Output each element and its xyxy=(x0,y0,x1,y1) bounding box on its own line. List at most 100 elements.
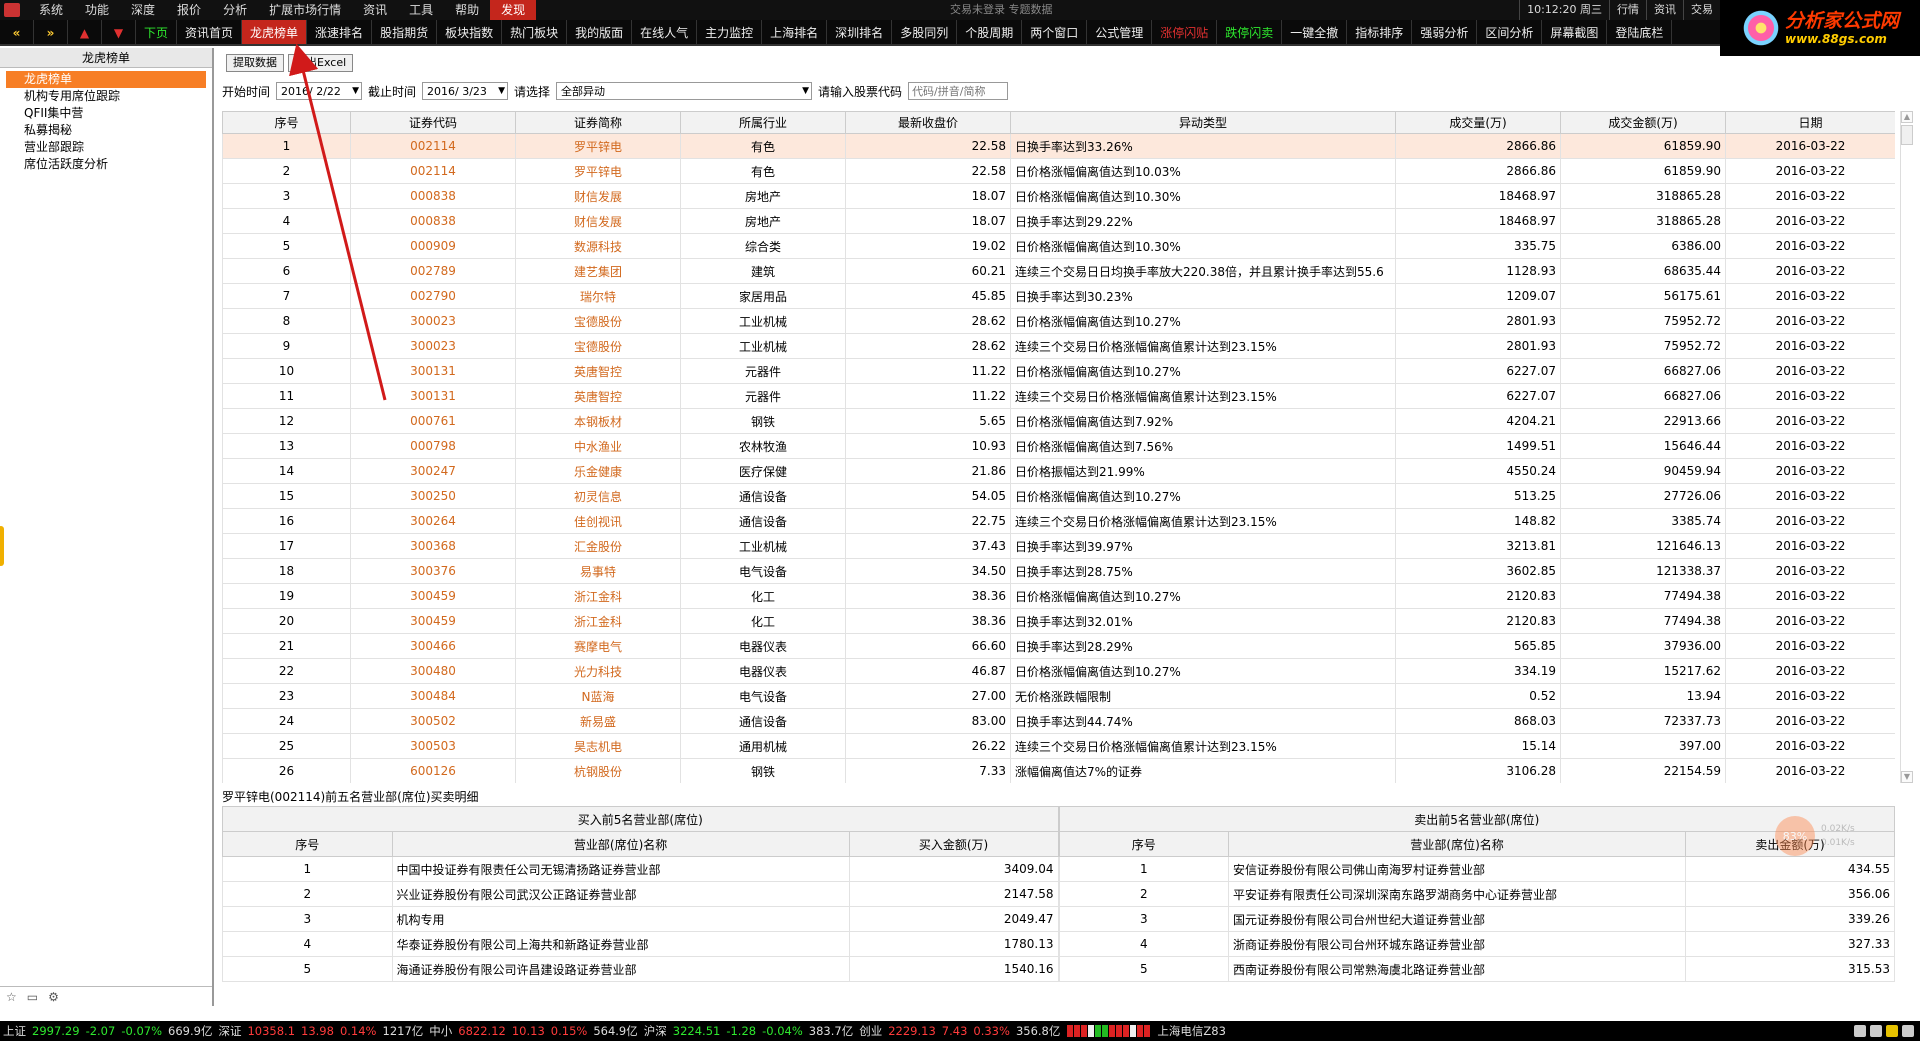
toolbar-item-1[interactable]: 龙虎榜单 xyxy=(242,20,308,44)
table-row[interactable]: 2 002114 罗平锌电 有色 22.58 日价格涨幅偏离值达到10.03% 2866.8… xyxy=(222,158,1895,184)
toolbar-item-20[interactable]: 区间分析 xyxy=(1477,20,1543,44)
nav-last-button[interactable]: » xyxy=(34,20,68,44)
nav-first-button[interactable]: « xyxy=(0,20,34,44)
list-item[interactable]: 3 机构专用 2049.47 xyxy=(222,906,1059,932)
list-item[interactable]: 1 安信证券股份有限公司佛山南海罗村证券营业部 434.55 xyxy=(1058,856,1895,882)
table-row[interactable]: 24 300502 新易盛 通信设备 83.00 日换手率达到44.74% 868.03 72… xyxy=(222,708,1895,734)
toolbar-item-21[interactable]: 屏幕截图 xyxy=(1542,20,1608,44)
toolbar-item-19[interactable]: 强弱分析 xyxy=(1412,20,1478,44)
scroll-down-icon[interactable]: ▼ xyxy=(1901,771,1913,783)
anomaly-type-select[interactable]: 全部异动 ▼ xyxy=(556,82,813,100)
window-icon[interactable] xyxy=(1870,1025,1882,1037)
table-row[interactable]: 3 000838 财信发展 房地产 18.07 日价格涨幅偏离值达到10.30% 18468… xyxy=(222,183,1895,209)
table-row[interactable]: 20 300459 浙江金科 化工 38.36 日换手率达到32.01% 2120.83 77… xyxy=(222,608,1895,634)
list-item[interactable]: 3 国元证券股份有限公司台州世纪大道证券营业部 339.26 xyxy=(1058,906,1895,932)
sidebar-item-2[interactable]: QFII集中营 xyxy=(6,105,206,122)
column-header-6[interactable]: 成交量(万) xyxy=(1395,111,1561,134)
toolbar-item-8[interactable]: 主力监控 xyxy=(697,20,763,44)
menu-item-4[interactable]: 分析 xyxy=(212,0,258,20)
next-page-button[interactable]: 下页 xyxy=(136,20,178,44)
toolbar-item-14[interactable]: 公式管理 xyxy=(1087,20,1153,44)
folder-icon[interactable]: ▭ xyxy=(27,990,38,1004)
table-row[interactable]: 5 000909 数源科技 综合类 19.02 日价格涨幅偏离值达到10.30% 335.7… xyxy=(222,233,1895,259)
toolbar-item-2[interactable]: 涨速排名 xyxy=(307,20,373,44)
menu-item-5[interactable]: 扩展市场行情 xyxy=(258,0,352,20)
table-row[interactable]: 14 300247 乐金健康 医疗保健 21.86 日价格振幅达到21.99% 4550.2… xyxy=(222,458,1895,484)
start-date-picker[interactable]: 2016/ 2/22 ▼ xyxy=(276,82,363,100)
column-header-2[interactable]: 证券简称 xyxy=(515,111,681,134)
menu-right-hangqing[interactable]: 行情 xyxy=(1609,0,1646,20)
nav-down-button[interactable]: ▼ xyxy=(102,20,136,44)
toolbar-item-16[interactable]: 跌停闪卖 xyxy=(1217,20,1283,44)
end-date-picker[interactable]: 2016/ 3/23 ▼ xyxy=(422,82,509,100)
scroll-thumb[interactable] xyxy=(1901,125,1913,145)
toolbar-item-6[interactable]: 我的版面 xyxy=(567,20,633,44)
table-row[interactable]: 6 002789 建艺集团 建筑 60.21 连续三个交易日日均换手率放大220.38倍，… xyxy=(222,258,1895,284)
toolbar-item-7[interactable]: 在线人气 xyxy=(632,20,698,44)
layout-icon[interactable] xyxy=(1854,1025,1866,1037)
sidebar-item-5[interactable]: 席位活跃度分析 xyxy=(6,156,206,173)
list-item[interactable]: 2 兴业证券股份有限公司武汉公正路证券营业部 2147.58 xyxy=(222,881,1059,907)
table-row[interactable]: 26 600126 杭钢股份 钢铁 7.33 涨幅偏离值达7%的证券 3106.28 2215… xyxy=(222,758,1895,783)
table-row[interactable]: 25 300503 昊志机电 通用机械 26.22 连续三个交易日价格涨幅偏离值累计达到2… xyxy=(222,733,1895,759)
sidebar-item-1[interactable]: 机构专用席位跟踪 xyxy=(6,88,206,105)
server-name[interactable]: 上海电信Z83 xyxy=(1154,1023,1229,1039)
column-header-4[interactable]: 最新收盘价 xyxy=(845,111,1011,134)
table-row[interactable]: 9 300023 宝德股份 工业机械 28.62 连续三个交易日价格涨幅偏离值累计达到23… xyxy=(222,333,1895,359)
table-row[interactable]: 10 300131 英唐智控 元器件 11.22 日价格涨幅偏离值达到10.27% 6227… xyxy=(222,358,1895,384)
column-header-1[interactable]: 证券代码 xyxy=(350,111,516,134)
menu-item-6[interactable]: 资讯 xyxy=(352,0,398,20)
menu-item-8[interactable]: 帮助 xyxy=(444,0,490,20)
toolbar-item-22[interactable]: 登陆底栏 xyxy=(1607,20,1673,44)
menu-right-jiaoyi[interactable]: 交易 xyxy=(1683,0,1720,20)
table-row[interactable]: 18 300376 易事特 电气设备 34.50 日换手率达到28.75% 3602.85 1… xyxy=(222,558,1895,584)
list-item[interactable]: 2 平安证券有限责任公司深圳深南东路罗湖商务中心证券营业部 356.06 xyxy=(1058,881,1895,907)
sidebar-item-0[interactable]: 龙虎榜单 xyxy=(6,71,206,88)
column-header-8[interactable]: 日期 xyxy=(1725,111,1895,134)
list-item[interactable]: 1 中国中投证券有限责任公司无锡清扬路证券营业部 3409.04 xyxy=(222,856,1059,882)
menu-item-0[interactable]: 系统 xyxy=(28,0,74,20)
menu-item-2[interactable]: 深度 xyxy=(120,0,166,20)
column-header-0[interactable]: 序号 xyxy=(222,111,351,134)
list-item[interactable]: 4 华泰证券股份有限公司上海共和新路证券营业部 1780.13 xyxy=(222,931,1059,957)
toolbar-item-18[interactable]: 指标排序 xyxy=(1347,20,1413,44)
list-item[interactable]: 5 西南证券股份有限公司常熟海虞北路证券营业部 315.53 xyxy=(1058,956,1895,982)
table-row[interactable]: 19 300459 浙江金科 化工 38.36 日价格涨幅偏离值达到10.27% 2120.… xyxy=(222,583,1895,609)
toolbar-item-4[interactable]: 板块指数 xyxy=(437,20,503,44)
sidebar-collapse-handle[interactable] xyxy=(0,526,4,566)
settings-icon[interactable] xyxy=(1902,1025,1914,1037)
table-row[interactable]: 17 300368 汇金股份 工业机械 37.43 日换手率达到39.97% 3213.81… xyxy=(222,533,1895,559)
toolbar-item-17[interactable]: 一键全撤 xyxy=(1282,20,1348,44)
toolbar-item-12[interactable]: 个股周期 xyxy=(957,20,1023,44)
column-header-5[interactable]: 异动类型 xyxy=(1010,111,1396,134)
menu-item-7[interactable]: 工具 xyxy=(398,0,444,20)
scroll-up-icon[interactable]: ▲ xyxy=(1901,111,1913,123)
table-row[interactable]: 13 000798 中水渔业 农林牧渔 10.93 日价格涨幅偏离值达到7.56% 1499… xyxy=(222,433,1895,459)
star-icon[interactable]: ☆ xyxy=(6,990,17,1004)
toolbar-item-15[interactable]: 涨停闪贴 xyxy=(1152,20,1218,44)
sidebar-item-4[interactable]: 营业部跟踪 xyxy=(6,139,206,156)
table-row[interactable]: 11 300131 英唐智控 元器件 11.22 连续三个交易日价格涨幅偏离值累计达到23… xyxy=(222,383,1895,409)
table-row[interactable]: 12 000761 本钢板材 钢铁 5.65 日价格涨幅偏离值达到7.92% 4204.21… xyxy=(222,408,1895,434)
gear-icon[interactable]: ⚙ xyxy=(48,990,59,1004)
toolbar-item-10[interactable]: 深圳排名 xyxy=(827,20,893,44)
toolbar-item-0[interactable]: 资讯首页 xyxy=(177,20,243,44)
export-excel-button[interactable]: 导出Excel xyxy=(288,54,354,72)
menu-item-9[interactable]: 发现 xyxy=(490,0,537,20)
table-row[interactable]: 16 300264 佳创视讯 通信设备 22.75 连续三个交易日价格涨幅偏离值累计达到2… xyxy=(222,508,1895,534)
table-row[interactable]: 4 000838 财信发展 房地产 18.07 日换手率达到29.22% 18468.97 3… xyxy=(222,208,1895,234)
toolbar-item-9[interactable]: 上海排名 xyxy=(762,20,828,44)
table-scrollbar[interactable]: ▲ ▼ xyxy=(1900,111,1914,783)
list-item[interactable]: 5 海通证券股份有限公司许昌建设路证券营业部 1540.16 xyxy=(222,956,1059,982)
table-row[interactable]: 8 300023 宝德股份 工业机械 28.62 日价格涨幅偏离值达到10.27% 2801… xyxy=(222,308,1895,334)
toolbar-item-13[interactable]: 两个窗口 xyxy=(1022,20,1088,44)
table-row[interactable]: 22 300480 光力科技 电器仪表 46.87 日价格涨幅偏离值达到10.27% 334… xyxy=(222,658,1895,684)
menu-item-3[interactable]: 报价 xyxy=(166,0,212,20)
table-row[interactable]: 23 300484 N蓝海 电气设备 27.00 无价格涨跌幅限制 0.52 13.94 201… xyxy=(222,683,1895,709)
table-row[interactable]: 15 300250 初灵信息 通信设备 54.05 日价格涨幅偏离值达到10.27% 513… xyxy=(222,483,1895,509)
nav-up-button[interactable]: ▲ xyxy=(68,20,102,44)
column-header-7[interactable]: 成交金额(万) xyxy=(1560,111,1726,134)
menu-right-zixun[interactable]: 资讯 xyxy=(1646,0,1683,20)
menu-item-1[interactable]: 功能 xyxy=(74,0,120,20)
sidebar-item-3[interactable]: 私募揭秘 xyxy=(6,122,206,139)
